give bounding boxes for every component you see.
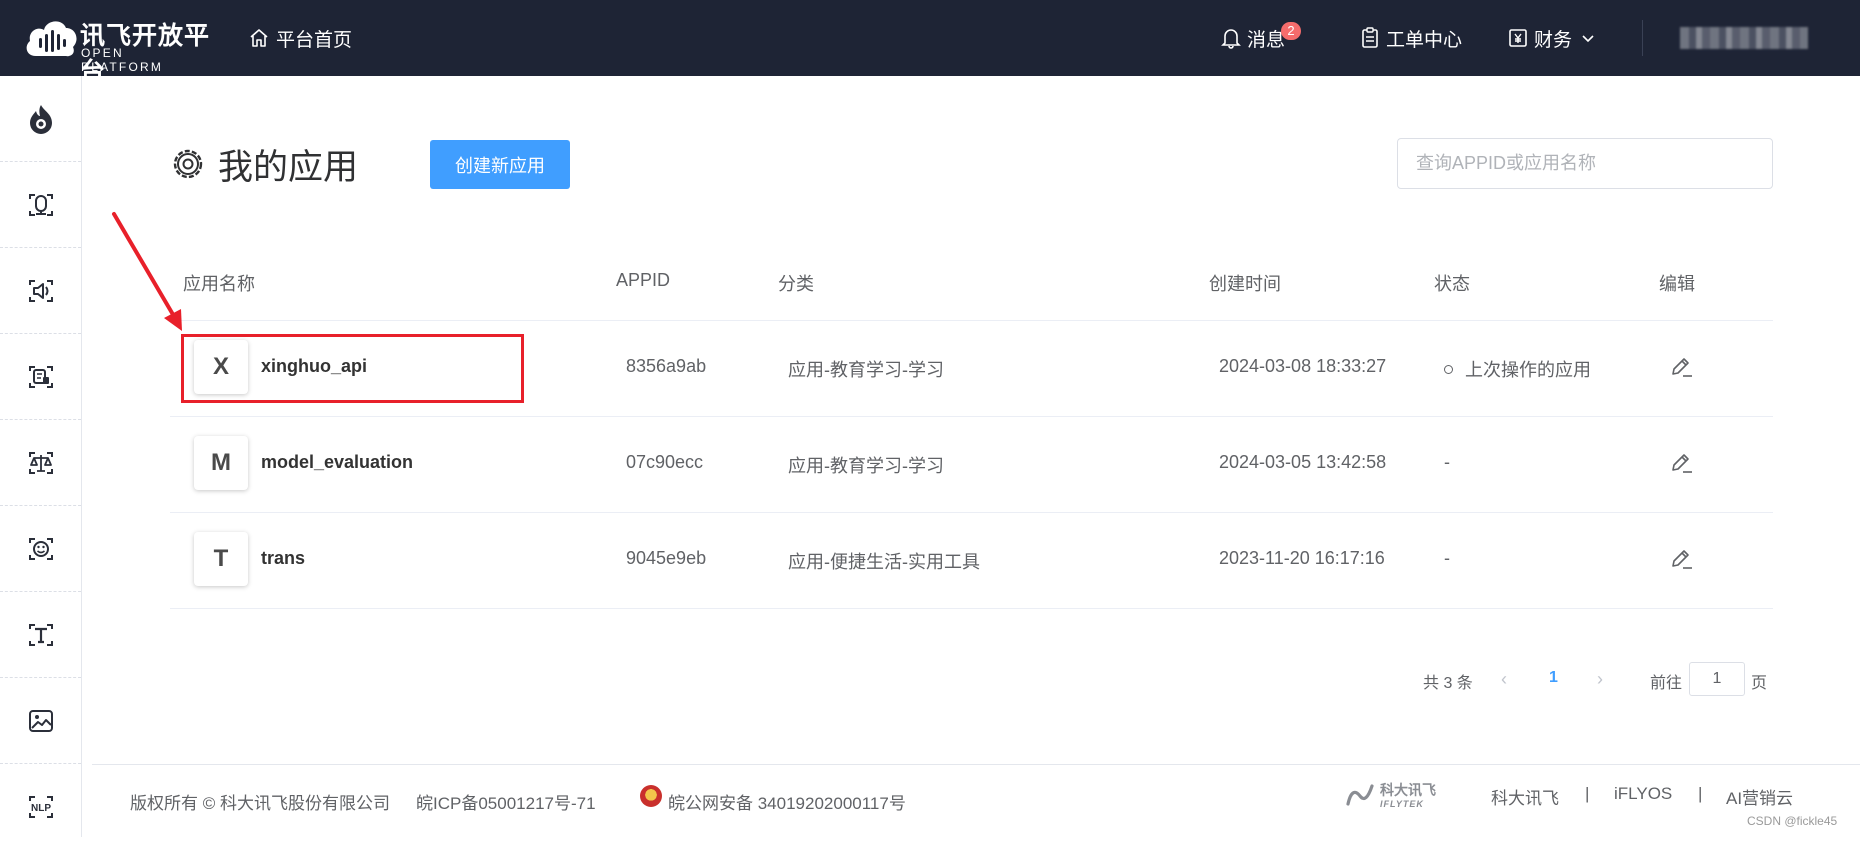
sidebar-item-compare[interactable]	[0, 420, 81, 506]
yen-receipt-icon	[1509, 29, 1527, 47]
appid-cell: 9045e9eb	[626, 548, 707, 568]
sidebar-item-nlp[interactable]: NLP	[0, 764, 81, 850]
messages-button[interactable]: 消息	[1221, 24, 1285, 52]
pagination-goto-input[interactable]	[1689, 662, 1745, 696]
app-name-link[interactable]: model_evaluation	[261, 452, 413, 473]
app-avatar: M	[194, 436, 248, 490]
edit-pencil-icon[interactable]	[1668, 354, 1694, 380]
created-time-cell: 2024-03-08 18:33:27	[1219, 356, 1387, 376]
home-icon	[250, 29, 268, 47]
status-cell: -	[1444, 452, 1450, 472]
text-scan-icon	[28, 623, 53, 646]
iflytek-logo-cn: 科大讯飞	[1380, 782, 1436, 798]
balance-scale-icon	[28, 451, 53, 474]
iflytek-logo-icon: 科大讯飞 IFLYTEK	[1346, 782, 1436, 809]
finance-dropdown[interactable]: 财务	[1508, 24, 1602, 52]
footer-divider	[92, 764, 1860, 765]
nav-home-label: 平台首页	[276, 29, 353, 51]
header-divider	[1642, 20, 1643, 56]
column-header-edit: 编辑	[1659, 274, 1695, 294]
table-row[interactable]: M model_evaluation 07c90ecc 应用-教育学习-学习 2…	[170, 416, 1773, 512]
created-time-cell: 2024-03-05 13:42:58	[1219, 452, 1387, 472]
table-row[interactable]: T trans 9045e9eb 应用-便捷生活-实用工具 2023-11-20…	[170, 512, 1773, 608]
police-badge-icon	[640, 785, 662, 807]
face-scan-icon	[28, 537, 53, 560]
nav-home-link[interactable]: 平台首页	[248, 24, 352, 52]
nlp-icon: NLP	[28, 796, 53, 818]
sidebar-item-image[interactable]	[0, 678, 81, 764]
pagination-goto-label: 前往	[1650, 675, 1683, 692]
edit-pencil-icon[interactable]	[1668, 546, 1694, 572]
sidebar-item-face[interactable]	[0, 506, 81, 592]
annotation-highlight-box	[181, 334, 524, 403]
annotation-arrow-icon	[112, 212, 182, 331]
user-account-blurred[interactable]	[1680, 27, 1808, 49]
search-input[interactable]	[1397, 138, 1773, 189]
pagination-prev-button[interactable]: ‹	[1501, 669, 1507, 690]
status-cell: -	[1444, 548, 1450, 568]
footer-link-ai-marketing-cloud[interactable]: AI营销云	[1726, 784, 1793, 809]
chevron-down-icon	[1582, 35, 1594, 43]
column-header-status: 状态	[1434, 274, 1470, 294]
footer-icp-link[interactable]: 皖ICP备05001217号-71	[416, 789, 596, 814]
nlp-icon-label: NLP	[31, 803, 51, 814]
ticket-center-button[interactable]: 工单中心	[1360, 24, 1462, 52]
footer-link-iflytek[interactable]: 科大讯飞	[1491, 784, 1559, 809]
finance-label: 财务	[1534, 29, 1573, 51]
doc-chat-icon	[28, 365, 53, 388]
image-icon	[28, 709, 53, 732]
pagination-page-label: 页	[1751, 675, 1768, 692]
sidebar-item-text-recognition[interactable]	[0, 592, 81, 678]
bell-icon	[1221, 29, 1241, 49]
edit-pencil-icon[interactable]	[1668, 450, 1694, 476]
status-dot-icon	[1444, 364, 1453, 374]
pagination-total: 共 3 条	[1423, 675, 1473, 692]
ticket-center-label: 工单中心	[1386, 29, 1463, 51]
clipboard-icon	[1362, 27, 1378, 48]
footer-copyright: 版权所有 © 科大讯飞股份有限公司	[130, 794, 390, 813]
footer-separator: |	[1585, 784, 1590, 803]
created-time-cell: 2023-11-20 16:17:16	[1219, 548, 1385, 568]
message-count-badge: 2	[1281, 22, 1301, 40]
top-navigation-bar: 讯飞开放平台 OPEN PLATFORM 平台首页 消息 2 工单中心 财务	[0, 0, 1860, 86]
category-cell: 应用-教育学习-学习	[788, 360, 944, 380]
pagination-next-button[interactable]: ›	[1597, 669, 1603, 690]
footer-link-iflyos[interactable]: iFLYOS	[1614, 784, 1672, 804]
column-header-created: 创建时间	[1209, 274, 1281, 294]
sidebar-item-document[interactable]	[0, 334, 81, 420]
appid-cell: 8356a9ab	[626, 356, 707, 376]
messages-label: 消息	[1247, 29, 1286, 51]
category-cell: 应用-教育学习-学习	[788, 456, 944, 476]
app-avatar: T	[194, 532, 248, 586]
column-header-appid: APPID	[616, 270, 671, 290]
footer-separator: |	[1698, 784, 1703, 803]
csdn-watermark: CSDN @fickle45	[1747, 814, 1838, 828]
iflytek-logo-en: IFLYTEK	[1380, 799, 1424, 809]
app-name-link[interactable]: trans	[261, 548, 305, 569]
pagination-current-page[interactable]: 1	[1549, 669, 1558, 687]
status-text: 上次操作的应用	[1465, 360, 1591, 380]
column-header-category: 分类	[778, 274, 814, 294]
create-app-button[interactable]: 创建新应用	[430, 140, 570, 189]
page-title: 我的应用	[218, 147, 359, 187]
footer-police-record-link[interactable]: 皖公网安备 34019202000117号	[668, 789, 906, 814]
status-cell: 上次操作的应用	[1444, 356, 1591, 382]
category-cell: 应用-便捷生活-实用工具	[788, 552, 980, 572]
table-divider	[170, 608, 1773, 609]
appid-cell: 07c90ecc	[626, 452, 704, 472]
